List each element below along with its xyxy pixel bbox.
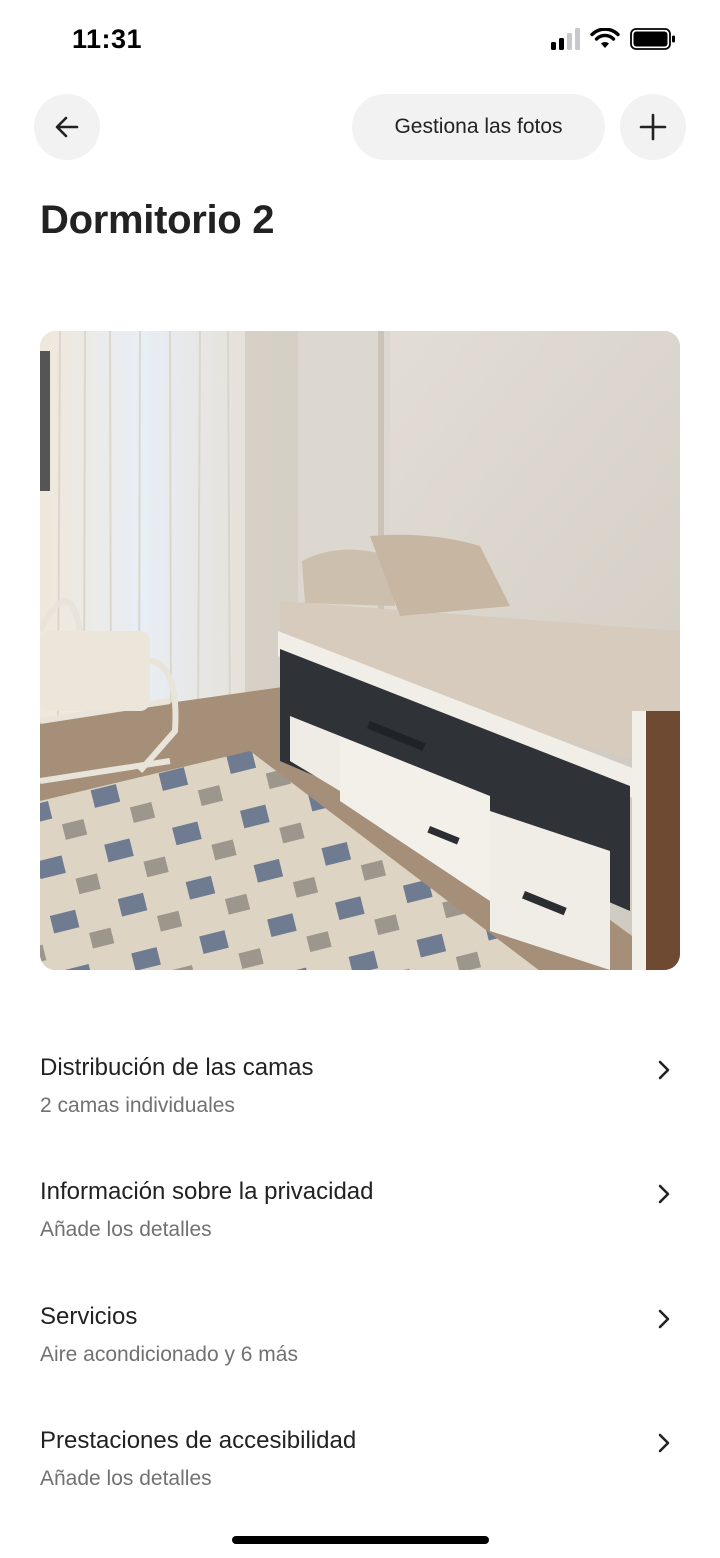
chevron-right-icon: [658, 1433, 670, 1453]
list-item-title: Prestaciones de accesibilidad: [40, 1427, 357, 1454]
list-item-title: Información sobre la privacidad: [40, 1178, 374, 1205]
home-indicator[interactable]: [232, 1536, 489, 1544]
list-item-title: Distribución de las camas: [40, 1054, 314, 1081]
page-title: Dormitorio 2: [40, 198, 275, 242]
arrow-left-icon: [55, 116, 79, 138]
chevron-right-icon: [658, 1309, 670, 1329]
wifi-icon: [590, 28, 620, 48]
list-item-amenities[interactable]: Servicios Aire acondicionado y 6 más: [40, 1303, 680, 1403]
chevron-right-icon: [658, 1060, 670, 1080]
list-item-subtitle: Añade los detalles: [40, 1467, 212, 1490]
screen: 11:31 Gestiona las fotos Dormitorio 2 Di…: [0, 0, 720, 1558]
list-item-subtitle: 2 camas individuales: [40, 1094, 235, 1117]
list-item-subtitle: Añade los detalles: [40, 1218, 212, 1241]
room-photo[interactable]: [40, 331, 680, 970]
back-button[interactable]: [34, 94, 100, 160]
add-photo-button[interactable]: [620, 94, 686, 160]
list-item-privacy[interactable]: Información sobre la privacidad Añade lo…: [40, 1178, 680, 1278]
status-time: 11:31: [72, 24, 143, 54]
manage-photos-button[interactable]: Gestiona las fotos: [352, 94, 605, 160]
battery-icon: [630, 28, 675, 50]
plus-icon: [639, 113, 667, 141]
list-item-accessibility[interactable]: Prestaciones de accesibilidad Añade los …: [40, 1427, 680, 1527]
list-item-title: Servicios: [40, 1303, 138, 1330]
list-item-subtitle: Aire acondicionado y 6 más: [40, 1343, 298, 1366]
bedroom-photo: [40, 331, 680, 970]
cellular-signal-icon: [551, 28, 580, 50]
chevron-right-icon: [658, 1184, 670, 1204]
list-item-bed-layout[interactable]: Distribución de las camas 2 camas indivi…: [40, 1054, 680, 1154]
status-icons: [551, 28, 676, 50]
